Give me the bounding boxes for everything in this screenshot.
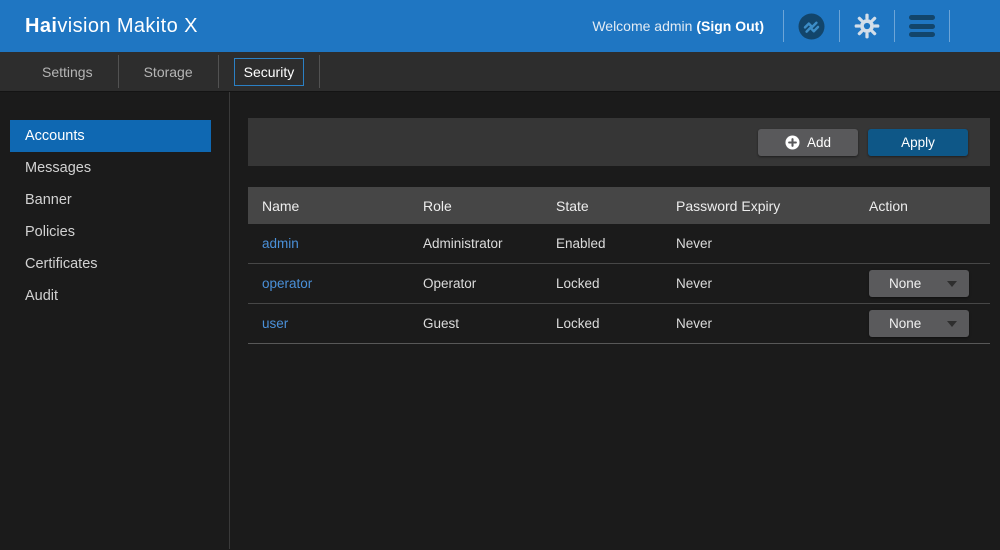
haivision-wave-icon[interactable] xyxy=(798,13,825,40)
top-header-bar: Haivision Makito X Welcome admin (Sign O… xyxy=(0,0,1000,52)
tab-storage[interactable]: Storage xyxy=(134,58,203,86)
action-dropdown[interactable]: None xyxy=(869,310,969,337)
account-link-user[interactable]: user xyxy=(262,316,288,331)
table-header-row: Name Role State Password Expiry Action xyxy=(248,187,990,224)
add-button[interactable]: Add xyxy=(758,129,858,156)
add-button-label: Add xyxy=(807,135,831,150)
column-header-role: Role xyxy=(423,198,556,214)
page-body: Accounts Messages Banner Policies Certif… xyxy=(0,92,1000,549)
table-row: operator Operator Locked Never None xyxy=(248,264,990,304)
gear-icon[interactable] xyxy=(854,13,880,39)
tab-divider xyxy=(218,55,219,88)
tab-security[interactable]: Security xyxy=(234,58,305,86)
logo-product-name: vision Makito X xyxy=(57,15,198,37)
sign-out-link[interactable]: (Sign Out) xyxy=(696,18,764,34)
sidebar-item-accounts[interactable]: Accounts xyxy=(10,120,211,152)
welcome-user-label: Welcome admin xyxy=(592,18,692,34)
logo-brand-bold: Hai xyxy=(25,15,57,37)
topbar-right-group: Welcome admin (Sign Out) xyxy=(592,0,1000,52)
account-link-admin[interactable]: admin xyxy=(262,236,299,251)
welcome-text: Welcome admin (Sign Out) xyxy=(592,18,764,34)
chevron-down-icon xyxy=(947,281,957,287)
account-link-operator[interactable]: operator xyxy=(262,276,312,291)
sidebar-item-audit[interactable]: Audit xyxy=(10,280,211,312)
accounts-content: Add Apply Name Role State Password Expir… xyxy=(230,92,1000,549)
column-header-password-expiry: Password Expiry xyxy=(676,198,869,214)
security-sidebar: Accounts Messages Banner Policies Certif… xyxy=(0,92,230,549)
sidebar-item-policies[interactable]: Policies xyxy=(10,216,211,248)
sidebar-item-messages[interactable]: Messages xyxy=(10,152,211,184)
accounts-table: Name Role State Password Expiry Action a… xyxy=(248,187,990,344)
topbar-divider xyxy=(949,10,950,42)
menu-icon[interactable] xyxy=(909,15,935,37)
tab-settings[interactable]: Settings xyxy=(32,58,103,86)
column-header-action: Action xyxy=(869,198,990,214)
main-tab-bar: Settings Storage Security xyxy=(0,52,1000,92)
column-header-name: Name xyxy=(248,198,423,214)
hamburger-lines xyxy=(909,15,935,37)
tab-divider xyxy=(118,55,119,88)
table-row: user Guest Locked Never None xyxy=(248,304,990,344)
action-cell: None xyxy=(869,270,990,297)
state-cell: Locked xyxy=(556,276,676,291)
action-dropdown-value: None xyxy=(889,316,921,331)
password-expiry-cell: Never xyxy=(676,316,869,331)
apply-button[interactable]: Apply xyxy=(868,129,968,156)
action-dropdown[interactable]: None xyxy=(869,270,969,297)
role-cell: Administrator xyxy=(423,236,556,251)
sidebar-item-banner[interactable]: Banner xyxy=(10,184,211,216)
accounts-toolbar: Add Apply xyxy=(248,118,990,166)
chevron-down-icon xyxy=(947,321,957,327)
apply-button-label: Apply xyxy=(901,135,935,150)
password-expiry-cell: Never xyxy=(676,236,869,251)
state-cell: Enabled xyxy=(556,236,676,251)
plus-circle-icon xyxy=(785,135,800,150)
topbar-divider xyxy=(894,10,895,42)
state-cell: Locked xyxy=(556,316,676,331)
table-row: admin Administrator Enabled Never xyxy=(248,224,990,264)
action-cell: None xyxy=(869,310,990,337)
topbar-divider xyxy=(839,10,840,42)
tab-divider xyxy=(319,55,320,88)
app-logo: Haivision Makito X xyxy=(25,15,198,38)
column-header-state: State xyxy=(556,198,676,214)
role-cell: Guest xyxy=(423,316,556,331)
sidebar-item-certificates[interactable]: Certificates xyxy=(10,248,211,280)
action-dropdown-value: None xyxy=(889,276,921,291)
topbar-divider xyxy=(783,10,784,42)
role-cell: Operator xyxy=(423,276,556,291)
password-expiry-cell: Never xyxy=(676,276,869,291)
